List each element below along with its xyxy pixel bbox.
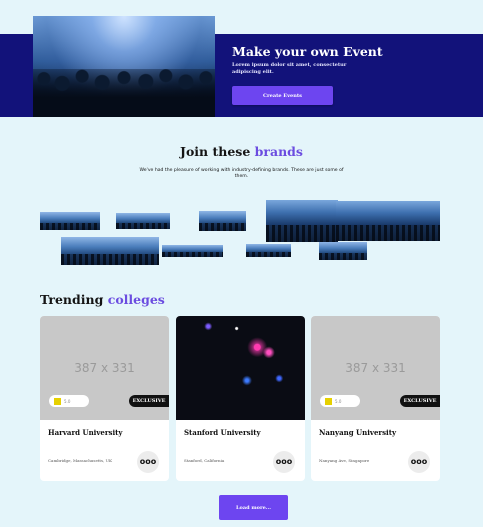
- hero-title: Make your own Event: [232, 44, 383, 59]
- colleges-title-plain: Trending: [40, 292, 104, 307]
- star-icon: [325, 397, 332, 405]
- brand-logo: [336, 201, 440, 241]
- college-name[interactable]: Stanford University: [184, 428, 261, 437]
- rating-pill: 5.0: [320, 395, 360, 407]
- brand-logo: [40, 212, 100, 230]
- college-card[interactable]: 387 x 331 5.0 EXCLUSIVE Nanyang Universi…: [311, 316, 440, 481]
- load-more-button[interactable]: Load more...: [219, 495, 288, 520]
- brands-title-plain: Join these: [180, 144, 251, 159]
- more-options-button[interactable]: ooo: [408, 451, 430, 473]
- college-location: Nanyang Ave, Singapore: [319, 458, 370, 463]
- brand-logo: [319, 242, 367, 260]
- brand-logo: [61, 237, 159, 265]
- create-events-button[interactable]: Create Events: [232, 86, 333, 105]
- more-options-button[interactable]: ooo: [137, 451, 159, 473]
- colleges-section-title: Trending colleges: [40, 292, 165, 307]
- college-image-placeholder: 387 x 331 5.0 EXCLUSIVE: [311, 316, 440, 420]
- college-card[interactable]: 387 x 331 5.0 EXCLUSIVE Harvard Universi…: [40, 316, 169, 481]
- college-photo: [176, 316, 305, 420]
- star-icon: [54, 397, 61, 405]
- more-dots-icon: ooo: [275, 457, 293, 466]
- more-dots-icon: ooo: [410, 457, 428, 466]
- exclusive-badge: EXCLUSIVE: [129, 395, 169, 407]
- brand-logo: [266, 200, 338, 242]
- college-location: Stanford, California: [184, 458, 225, 463]
- placeholder-size-label: 387 x 331: [74, 361, 135, 375]
- more-options-button[interactable]: ooo: [273, 451, 295, 473]
- rating-pill: 5.0: [49, 395, 89, 407]
- college-location: Cambridge, Massachusetts, UK: [48, 458, 112, 463]
- brands-section-title: Join these brands: [0, 144, 483, 159]
- brands-subtitle: We've had the pleasure of working with i…: [139, 168, 344, 179]
- college-image-placeholder: 387 x 331 5.0 EXCLUSIVE: [40, 316, 169, 420]
- exclusive-badge: EXCLUSIVE: [400, 395, 440, 407]
- colleges-title-accent: colleges: [107, 292, 165, 307]
- rating-value: 5.0: [335, 398, 342, 404]
- placeholder-size-label: 387 x 331: [345, 361, 406, 375]
- brand-logo: [199, 211, 246, 231]
- college-name[interactable]: Harvard University: [48, 428, 122, 437]
- brand-logo: [162, 245, 223, 257]
- hero-description: Lorem ipsum dolor sit amet, consectetur …: [232, 62, 347, 75]
- more-dots-icon: ooo: [139, 457, 157, 466]
- rating-value: 5.0: [64, 398, 71, 404]
- concert-crowd-image: [33, 16, 215, 117]
- crowd-silhouette: [33, 68, 215, 117]
- college-name[interactable]: Nanyang University: [319, 428, 396, 437]
- brand-logo: [246, 244, 291, 257]
- brands-title-accent: brands: [254, 144, 303, 159]
- brand-logo: [116, 213, 170, 229]
- college-card[interactable]: Stanford University Stanford, California…: [176, 316, 305, 481]
